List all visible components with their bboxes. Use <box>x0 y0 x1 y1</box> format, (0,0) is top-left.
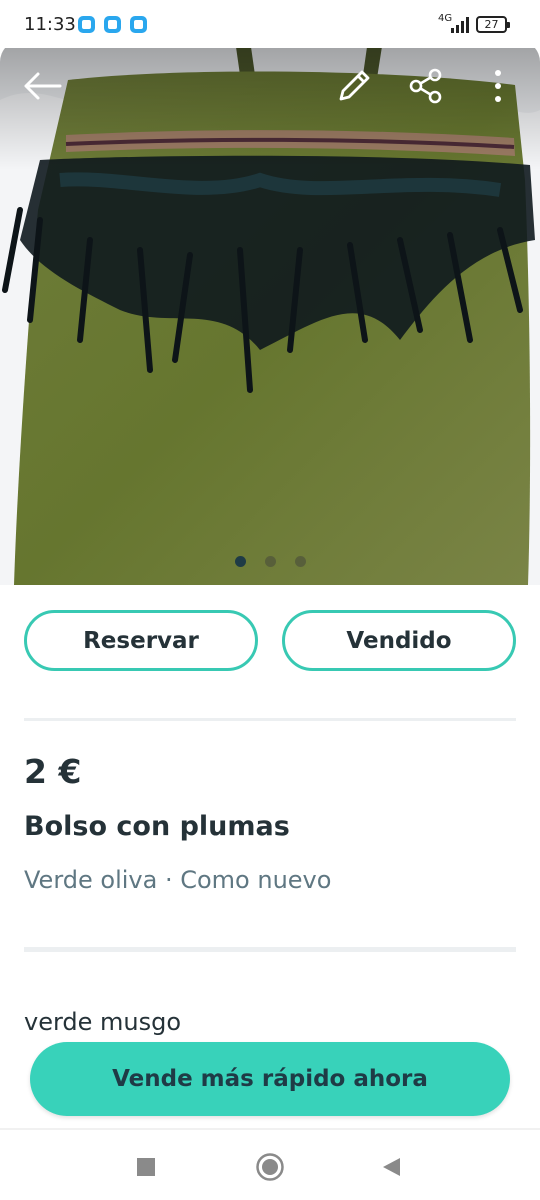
back-triangle-icon <box>383 1158 400 1176</box>
share-button[interactable] <box>402 62 450 110</box>
app-notification-icon <box>104 16 121 33</box>
status-app-icons <box>78 16 147 33</box>
system-back-button[interactable] <box>374 1150 408 1184</box>
share-icon <box>409 68 442 104</box>
home-circle-icon <box>256 1153 284 1181</box>
boost-sale-button[interactable]: Vende más rápido ahora <box>30 1042 510 1116</box>
recents-button[interactable] <box>129 1150 163 1184</box>
battery-icon: 27 <box>476 16 510 33</box>
back-arrow-icon <box>24 72 62 100</box>
signal-icon <box>451 17 469 33</box>
home-button[interactable] <box>253 1150 287 1184</box>
listing-attributes: Verde oliva · Como nuevo <box>24 866 331 894</box>
recents-square-icon <box>137 1158 155 1176</box>
status-time: 11:33 <box>24 14 76 35</box>
product-image-carousel[interactable] <box>0 40 540 585</box>
edit-button[interactable] <box>330 62 378 110</box>
reserve-button[interactable]: Reservar <box>24 610 258 671</box>
app-notification-icon <box>78 16 95 33</box>
app-notification-icon <box>130 16 147 33</box>
listing-description: verde musgo <box>24 1008 182 1036</box>
carousel-dot-active[interactable] <box>234 556 246 567</box>
more-vert-icon <box>495 70 501 102</box>
divider <box>24 947 516 952</box>
listing-actions: Reservar Vendido <box>24 610 516 671</box>
status-bar: 11:33 4G 27 <box>0 0 540 48</box>
more-options-button[interactable] <box>474 62 522 110</box>
color-attribute: Verde oliva <box>24 866 158 894</box>
edit-pencil-icon <box>339 70 370 101</box>
attribute-separator: · <box>157 866 181 894</box>
back-button[interactable] <box>18 62 66 110</box>
sold-button[interactable]: Vendido <box>282 610 516 671</box>
carousel-indicator <box>0 556 540 567</box>
listing-title: Bolso con plumas <box>24 811 290 842</box>
system-nav-bar <box>0 1128 540 1200</box>
carousel-dot[interactable] <box>264 556 276 567</box>
price: 2 € <box>24 752 82 791</box>
divider <box>24 718 516 721</box>
carousel-dot[interactable] <box>294 556 306 567</box>
condition-attribute: Como nuevo <box>180 866 332 894</box>
header-gradient <box>0 40 540 170</box>
